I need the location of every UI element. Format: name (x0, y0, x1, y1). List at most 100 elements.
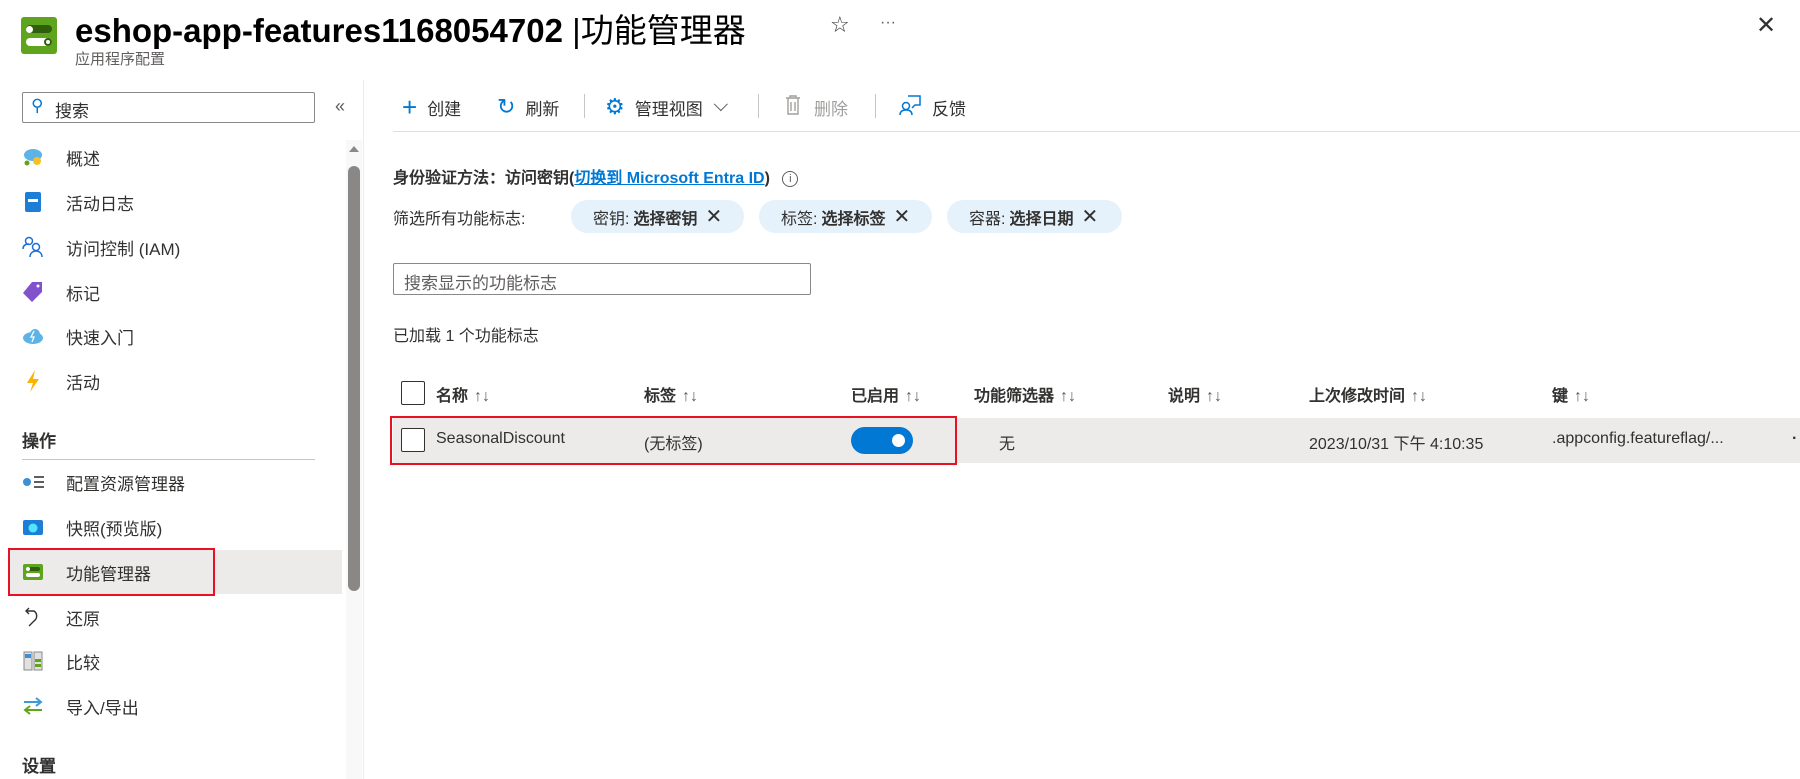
scrollbar-thumb[interactable] (348, 166, 360, 591)
sidebar-item-label: 活动 (66, 373, 100, 393)
sidebar-item-label: 导入/导出 (66, 698, 139, 718)
cell-feature-filters: 无 (999, 436, 1016, 453)
feedback-label: 反馈 (932, 99, 966, 119)
column-header-name[interactable]: 名称 ↑↓ (436, 382, 490, 406)
refresh-button[interactable]: ↻ 刷新 (497, 94, 559, 120)
pill-key: 密钥: (593, 210, 630, 228)
sidebar-border (363, 80, 364, 779)
switch-auth-link[interactable]: 切换到 Microsoft Entra ID (574, 170, 764, 187)
pill-value: 选择密钥 (633, 210, 698, 228)
column-header-last-modified[interactable]: 上次修改时间 ↑↓ (1309, 382, 1427, 406)
info-icon[interactable]: i (782, 171, 799, 187)
auth-method: 身份验证方法：访问密钥(切换到 Microsoft Entra ID) i (393, 164, 799, 188)
sidebar-search-input[interactable]: ⚲ 搜索 (22, 92, 315, 123)
manage-view-label: 管理视图 (634, 99, 703, 119)
iam-icon (22, 236, 44, 258)
column-header-description[interactable]: 说明 ↑↓ (1168, 382, 1222, 406)
feedback-button[interactable]: 反馈 (898, 94, 966, 120)
sidebar-item-activity-log[interactable]: 活动日志 (9, 180, 342, 224)
column-header-key[interactable]: 键 ↑↓ (1552, 382, 1590, 406)
overview-icon (22, 146, 44, 168)
pill-key: 容器: (969, 210, 1006, 228)
close-icon[interactable]: ✕ (1081, 204, 1098, 229)
sort-icon: ↑↓ (474, 388, 491, 405)
gear-icon: ⚙ (605, 94, 625, 119)
favorite-star-icon[interactable]: ☆ (830, 12, 850, 38)
sidebar-item-snapshot[interactable]: 快照(预览版) (9, 505, 342, 549)
sort-icon: ↑↓ (905, 388, 922, 405)
create-button[interactable]: + 创建 (402, 91, 462, 122)
more-options-icon[interactable]: ··· (880, 14, 896, 32)
sidebar-item-config-explorer[interactable]: 配置资源管理器 (9, 460, 342, 504)
sidebar-section-operations: 操作 (22, 432, 56, 451)
toolbar-separator (758, 94, 759, 118)
sidebar-item-tags[interactable]: 标记 (9, 270, 342, 314)
delete-label: 删除 (814, 99, 848, 119)
sort-icon: ↑↓ (1411, 388, 1428, 405)
filter-label: 筛选所有功能标志: (393, 211, 526, 228)
search-placeholder: 搜索 (55, 102, 89, 121)
sidebar-item-iam[interactable]: 访问控制 (IAM) (9, 225, 342, 269)
auth-close-paren: ) (764, 170, 770, 187)
manage-view-button[interactable]: ⚙ 管理视图 (605, 94, 728, 120)
sidebar-scrollbar[interactable] (346, 140, 362, 779)
refresh-icon: ↻ (497, 94, 516, 119)
filter-pill-label[interactable]: 标签: 选择标签 ✕ (759, 200, 932, 233)
search-icon: ⚲ (31, 96, 44, 115)
activity-log-icon (22, 191, 44, 213)
sidebar-item-label: 活动日志 (66, 194, 134, 214)
config-explorer-icon (22, 471, 44, 493)
highlight-box-row (390, 416, 957, 465)
toolbar-separator (875, 94, 876, 118)
close-icon[interactable]: ✕ (1756, 11, 1776, 40)
import-export-icon (22, 695, 44, 717)
sidebar-item-restore[interactable]: 还原 (9, 595, 342, 639)
select-all-checkbox[interactable] (401, 381, 425, 405)
sidebar-item-overview[interactable]: 概述 (9, 135, 342, 179)
page-title: eshop-app-features1168054702 |功能管理器 (75, 4, 746, 52)
pill-key: 标签: (781, 210, 818, 228)
row-more-icon[interactable]: · (1792, 430, 1797, 448)
plus-icon: + (402, 91, 418, 122)
sidebar-item-import-export[interactable]: 导入/导出 (9, 684, 342, 728)
auth-label: 身份验证方法：访问密钥( (393, 170, 575, 187)
trash-icon (784, 94, 802, 121)
sidebar-item-label: 标记 (66, 284, 100, 304)
close-icon[interactable]: ✕ (893, 204, 910, 229)
scroll-up-arrow-icon[interactable] (349, 146, 359, 152)
resource-name: eshop-app-features1168054702 (75, 12, 563, 49)
sidebar-item-label: 访问控制 (IAM) (66, 239, 181, 259)
toolbar-separator (584, 94, 585, 118)
cell-last-modified: 2023/10/31 下午 4:10:35 (1309, 436, 1484, 453)
column-header-label[interactable]: 标签 ↑↓ (644, 382, 698, 406)
events-icon (22, 370, 44, 392)
sidebar-item-label: 概述 (66, 149, 100, 169)
create-label: 创建 (427, 99, 462, 119)
snapshot-icon (22, 516, 44, 538)
loaded-status: 已加载 1 个功能标志 (393, 328, 539, 345)
column-header-enabled[interactable]: 已启用 ↑↓ (851, 382, 921, 406)
filter-pill-key[interactable]: 密钥: 选择密钥 ✕ (571, 200, 744, 233)
sidebar-item-compare[interactable]: 比较 (9, 639, 342, 683)
sidebar-item-label: 还原 (66, 609, 100, 629)
delete-button[interactable]: 删除 (784, 94, 848, 120)
filter-pill-container[interactable]: 容器: 选择日期 ✕ (947, 200, 1122, 233)
search-placeholder: 搜索显示的功能标志 (404, 274, 557, 293)
sidebar-section-settings: 设置 (22, 757, 56, 776)
sidebar-item-label: 比较 (66, 653, 100, 673)
sidebar-item-label: 配置资源管理器 (66, 474, 185, 494)
sidebar-item-events[interactable]: 活动 (9, 359, 342, 403)
sort-icon: ↑↓ (1206, 388, 1223, 405)
restore-icon (22, 606, 44, 628)
sort-icon: ↑↓ (1060, 388, 1077, 405)
close-icon[interactable]: ✕ (705, 204, 722, 229)
refresh-label: 刷新 (525, 99, 560, 119)
title-separator: | (572, 12, 581, 49)
sidebar-item-label: 快速入门 (66, 328, 134, 348)
sort-icon: ↑↓ (682, 388, 699, 405)
feature-flag-search-input[interactable]: 搜索显示的功能标志 (393, 263, 811, 295)
cell-key: .appconfig.featureflag/... (1552, 430, 1724, 447)
sidebar-item-quickstart[interactable]: 快速入门 (9, 314, 342, 358)
collapse-sidebar-icon[interactable]: « (335, 96, 345, 117)
column-header-feature-filters[interactable]: 功能筛选器 ↑↓ (974, 382, 1076, 406)
